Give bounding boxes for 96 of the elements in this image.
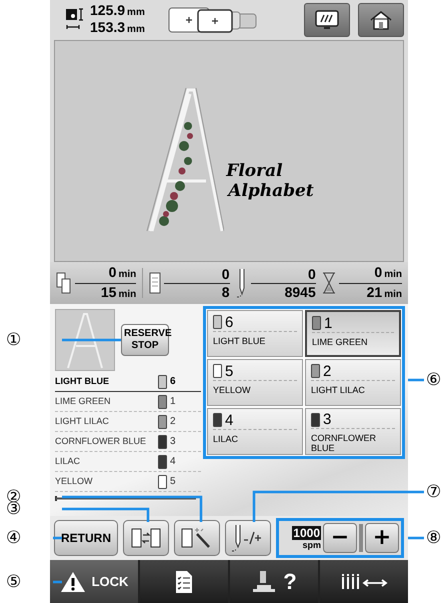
speed-increase-button[interactable]: + bbox=[365, 523, 399, 553]
home-icon bbox=[369, 10, 393, 30]
size-unit: mm bbox=[127, 7, 145, 18]
callout-number: ⑤ bbox=[6, 572, 22, 592]
thread-button[interactable]: 1 LIME GREEN bbox=[305, 310, 401, 357]
leader-line bbox=[62, 338, 121, 342]
needle-icon bbox=[236, 268, 248, 298]
thread-button[interactable]: 3 CORNFLOWER BLUE bbox=[305, 408, 401, 455]
thread-name: CORNFLOWER BLUE bbox=[55, 437, 148, 446]
thread-name: LIGHT BLUE bbox=[213, 336, 266, 346]
spool-wand-icon bbox=[181, 526, 213, 550]
design-text: Floral bbox=[226, 161, 284, 181]
stat-unit: min bbox=[118, 268, 136, 280]
size-value: 153.3 bbox=[90, 19, 126, 35]
monitor-icon bbox=[315, 10, 339, 30]
callout-number: ④ bbox=[6, 528, 22, 548]
thread-name: YELLOW bbox=[55, 477, 94, 486]
needle-number: 3 bbox=[323, 411, 332, 428]
design-thumbnail bbox=[55, 309, 115, 371]
thread-name: CORNFLOWER BLUE bbox=[311, 433, 377, 453]
thread-name: LIME GREEN bbox=[55, 397, 112, 406]
hourglass-icon bbox=[322, 272, 336, 294]
needle-number: 6 bbox=[170, 376, 177, 387]
spool-icon bbox=[149, 272, 162, 294]
size-unit: mm bbox=[127, 24, 145, 35]
design-text: Alphabet bbox=[228, 181, 314, 201]
needle-adjust-button[interactable] bbox=[225, 520, 271, 556]
needles-arrow-icon bbox=[340, 572, 388, 590]
size-value: 125.9 bbox=[90, 2, 126, 18]
thread-list-row[interactable]: LIGHT BLUE 6 bbox=[55, 372, 201, 392]
thread-list-row[interactable]: CORNFLOWER BLUE 3 bbox=[55, 432, 201, 452]
stat-unit: min bbox=[384, 288, 402, 300]
stat-total: 8 bbox=[222, 284, 230, 300]
needle-number: 4 bbox=[225, 412, 234, 428]
spools-icon bbox=[56, 272, 72, 294]
stat-current: 0 bbox=[222, 266, 230, 282]
help-mark: ? bbox=[283, 568, 297, 594]
home-button[interactable] bbox=[358, 3, 404, 37]
thread-list-row[interactable]: LILAC 4 bbox=[55, 452, 201, 472]
leader-line bbox=[408, 536, 424, 540]
leader-line bbox=[408, 378, 424, 382]
thread-name: LIME GREEN bbox=[312, 337, 368, 347]
speed-decrease-button[interactable]: − bbox=[323, 523, 357, 553]
stat-unit: min bbox=[384, 268, 402, 280]
needle-bar-move-button[interactable] bbox=[320, 560, 408, 603]
spool-wand-button[interactable] bbox=[174, 520, 220, 556]
thread-name: LIGHT LILAC bbox=[311, 385, 365, 395]
presser-foot-icon bbox=[251, 570, 278, 594]
thread-list-row[interactable]: LIGHT LILAC 2 bbox=[55, 412, 201, 432]
leader-line bbox=[53, 580, 62, 584]
size-icon bbox=[66, 8, 86, 32]
return-button[interactable]: RETURN bbox=[54, 520, 118, 556]
hoop-icon bbox=[168, 6, 258, 34]
thread-list-row[interactable]: YELLOW 5 bbox=[55, 472, 201, 492]
thread-button[interactable]: 5 YELLOW bbox=[207, 359, 303, 406]
thread-name: LIGHT LILAC bbox=[55, 417, 110, 426]
embroidery-view-button[interactable] bbox=[304, 3, 350, 37]
thread-name: LILAC bbox=[213, 434, 238, 444]
thread-button[interactable]: 4 LILAC bbox=[207, 408, 303, 455]
stat-total: 15 bbox=[100, 284, 116, 300]
thread-name: LILAC bbox=[55, 457, 82, 466]
spool-swap-button[interactable] bbox=[123, 520, 169, 556]
spool-swap-icon bbox=[131, 527, 161, 549]
callout-number: ⑥ bbox=[426, 370, 442, 390]
needle-number: 5 bbox=[170, 476, 177, 487]
needle-number: 4 bbox=[170, 456, 177, 467]
callout-number: ① bbox=[6, 330, 22, 350]
stat-current: 0 bbox=[308, 266, 316, 282]
needle-number: 5 bbox=[225, 362, 234, 380]
stat-total: 8945 bbox=[284, 284, 316, 300]
stat-unit: min bbox=[118, 288, 136, 300]
leader-line bbox=[53, 536, 62, 540]
needle-number: 3 bbox=[170, 436, 177, 447]
stat-current: 0 bbox=[108, 264, 116, 280]
thread-button[interactable]: 2 LIGHT LILAC bbox=[305, 359, 401, 406]
needle-number: 1 bbox=[170, 396, 177, 407]
speed-value: 1000 bbox=[292, 526, 321, 540]
stat-total: 21 bbox=[366, 284, 382, 300]
callout-number: ⑦ bbox=[426, 482, 442, 502]
reserve-stop-button[interactable]: RESERVE STOP bbox=[121, 324, 169, 356]
thread-button[interactable]: 6 LIGHT BLUE bbox=[207, 310, 303, 357]
thread-name: YELLOW bbox=[213, 385, 251, 395]
thread-name: LIGHT BLUE bbox=[55, 377, 110, 386]
needle-number: 2 bbox=[170, 416, 177, 427]
help-button[interactable]: ? bbox=[230, 560, 318, 603]
needle-number: 2 bbox=[323, 362, 332, 380]
stat-current: 0 bbox=[374, 264, 382, 280]
speed-unit: spm bbox=[302, 540, 321, 550]
callout-number: ⑧ bbox=[426, 528, 442, 548]
needle-number: 1 bbox=[324, 314, 332, 332]
checklist-icon bbox=[175, 570, 193, 594]
warning-icon bbox=[60, 570, 86, 592]
thread-list-row[interactable]: LIME GREEN 1 bbox=[55, 392, 201, 412]
needle-number: 6 bbox=[225, 314, 234, 330]
lock-button[interactable]: LOCK bbox=[50, 560, 138, 603]
checklist-button[interactable] bbox=[140, 560, 228, 603]
